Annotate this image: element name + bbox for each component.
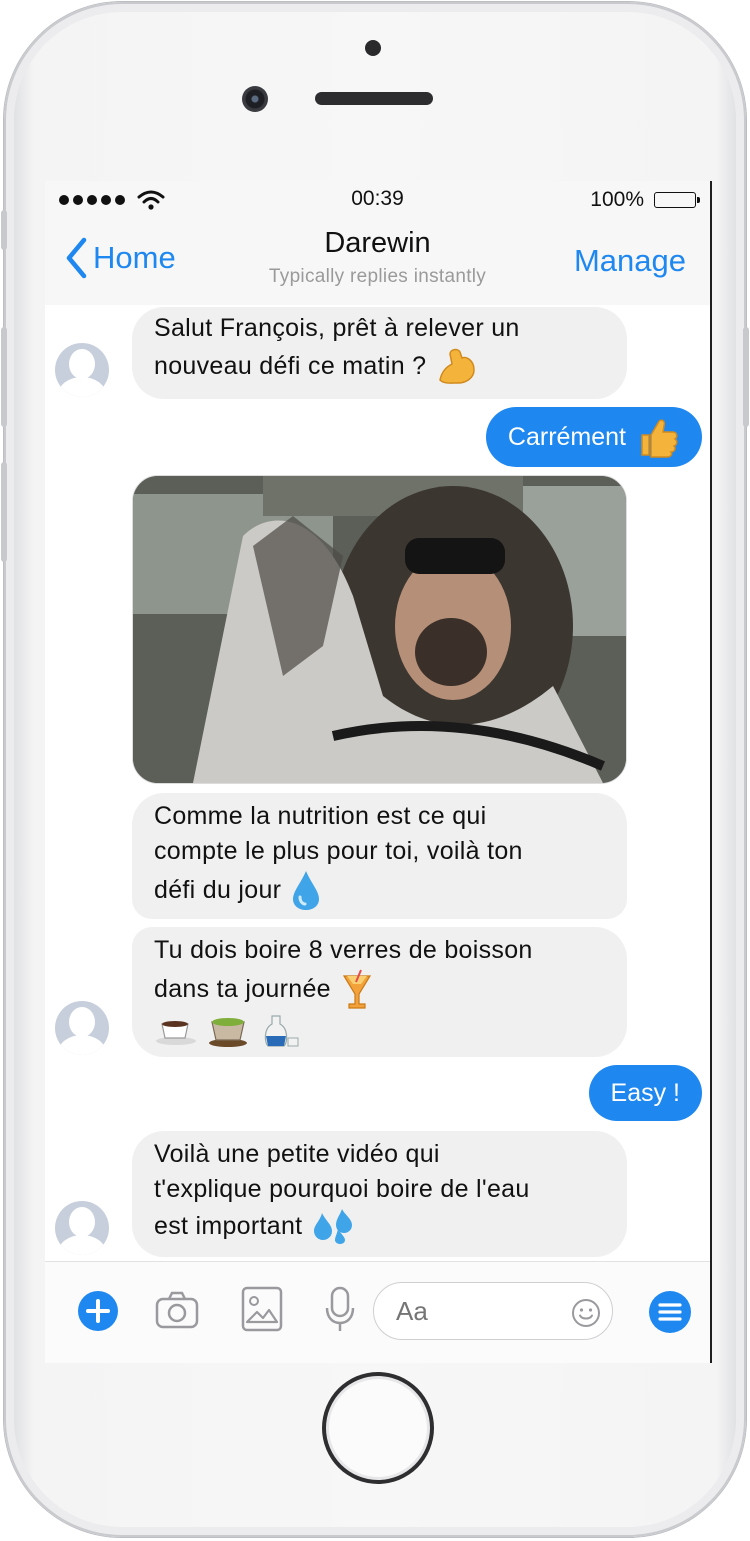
message-bubble: Comme la nutrition est ce qui compte le … — [132, 793, 627, 919]
battery-status: 100% — [590, 188, 700, 212]
image-message[interactable] — [132, 475, 627, 784]
message-text-line: Comme la nutrition est ce qui — [154, 802, 487, 830]
user-message-bubble: Easy ! — [588, 1065, 702, 1121]
bot-avatar — [55, 343, 109, 397]
message-bubble: Salut François, prêt à relever un nouvea… — [132, 307, 627, 399]
message-text-line: compte le plus pour toi, voilà ton — [154, 837, 523, 865]
bot-avatar — [55, 1201, 109, 1255]
message-text-line: Voilà une petite vidéo qui — [154, 1140, 440, 1168]
microphone-icon[interactable] — [325, 1286, 355, 1334]
teacup-emoji-icon — [209, 1018, 247, 1047]
battery-percent: 100% — [590, 188, 644, 211]
hot-beverage-emoji-icon — [156, 1021, 196, 1045]
sweat-droplets-emoji-icon — [314, 1209, 353, 1244]
menu-icon[interactable] — [648, 1290, 692, 1334]
message-bubble: Tu dois boire 8 verres de boisson dans t… — [132, 927, 627, 1057]
message-text-line: Salut François, prêt à relever un — [154, 314, 520, 342]
image-gallery-icon[interactable] — [241, 1286, 283, 1332]
message-text-line: nouveau défi ce matin ? — [154, 346, 605, 386]
tropical-drink-emoji-icon — [342, 969, 371, 1009]
message-text-line: dans ta journée — [154, 968, 605, 1010]
thumbs-up-emoji-icon — [641, 419, 678, 458]
camera-icon[interactable] — [155, 1291, 199, 1329]
message-text-line: est important — [154, 1207, 605, 1245]
drink-emoji-row — [154, 1012, 605, 1050]
proximity-sensor — [365, 40, 381, 56]
mute-switch — [1, 210, 7, 250]
message-text-line: t'explique pourquoi boire de l'eau — [154, 1175, 530, 1203]
front-camera — [242, 86, 268, 112]
message-composer — [45, 1261, 710, 1363]
flexed-biceps-emoji-icon — [439, 348, 476, 384]
message-text-line: Tu dois boire 8 verres de boisson — [154, 936, 533, 964]
droplet-emoji-icon — [293, 871, 320, 910]
plus-icon[interactable] — [77, 1290, 119, 1332]
chat-header: 00:39 100% Home Darewin Typically replie… — [45, 181, 710, 305]
messenger-screen: 00:39 100% Home Darewin Typically replie… — [45, 181, 712, 1363]
emoji-smiley-icon[interactable] — [571, 1298, 601, 1328]
volume-up-button — [1, 327, 7, 427]
user-message-bubble: Carrément — [485, 407, 702, 467]
earpiece — [315, 92, 433, 105]
message-text: Easy ! — [610, 1078, 680, 1107]
battery-icon — [654, 192, 700, 208]
power-button — [743, 327, 749, 427]
video-thumbnail-illustration — [133, 476, 626, 783]
home-button[interactable] — [322, 1372, 434, 1484]
message-text-line: défi du jour — [154, 869, 605, 911]
message-text: Carrément — [507, 422, 626, 451]
message-bubble: Voilà une petite vidéo qui t'explique po… — [132, 1131, 627, 1257]
manage-button[interactable]: Manage — [574, 243, 686, 279]
volume-down-button — [1, 462, 7, 562]
sake-emoji-icon — [264, 1015, 299, 1047]
bot-avatar — [55, 1001, 109, 1055]
